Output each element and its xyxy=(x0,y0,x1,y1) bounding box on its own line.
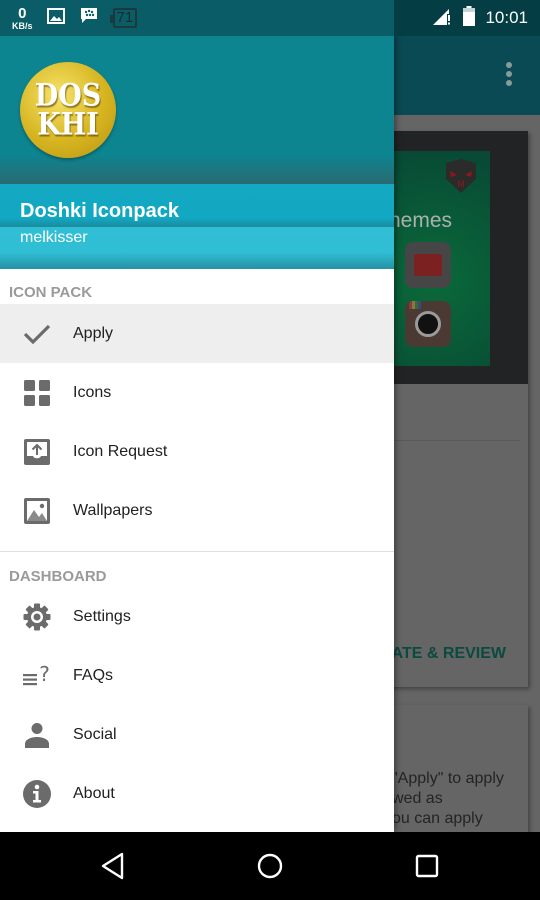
svg-text:M: M xyxy=(457,180,465,190)
status-bar: 0 KB/s 71 10:01 xyxy=(0,0,540,36)
menu-item-settings[interactable]: Settings xyxy=(0,587,394,646)
camera-app-icon xyxy=(405,301,451,347)
info-icon xyxy=(22,779,52,809)
navigation-drawer: DOS KHI Doshki Iconpack melkisser ICON P… xyxy=(0,36,394,832)
menu-item-apply[interactable]: Apply xyxy=(0,304,394,363)
user-name: melkisser xyxy=(20,229,88,246)
image-icon xyxy=(46,7,65,29)
battery-icon xyxy=(463,5,476,31)
owl-logo-icon: M xyxy=(446,159,476,193)
faq-icon: ? xyxy=(22,661,52,691)
gear-icon xyxy=(22,602,52,632)
menu-item-wallpapers[interactable]: Wallpapers xyxy=(0,481,394,540)
menu-item-about[interactable]: About xyxy=(0,764,394,823)
recents-icon xyxy=(415,854,439,878)
menu-item-faqs[interactable]: ? FAQs xyxy=(0,646,394,705)
home-button[interactable] xyxy=(253,849,287,883)
system-nav-bar xyxy=(0,832,540,900)
image-icon xyxy=(22,496,52,526)
overflow-menu-icon[interactable] xyxy=(506,62,512,89)
section-label-dashboard: DASHBOARD xyxy=(9,568,107,585)
clock: 10:01 xyxy=(485,8,528,27)
app-name: Doshki Iconpack xyxy=(20,200,179,222)
check-icon xyxy=(22,319,52,349)
network-speed: 0 KB/s xyxy=(12,4,33,31)
svg-text:?: ? xyxy=(39,664,50,686)
grid-icon xyxy=(22,378,52,408)
drawer-header: DOS KHI Doshki Iconpack melkisser xyxy=(0,36,394,269)
signal-no-data-icon xyxy=(433,7,453,30)
menu-item-icons[interactable]: Icons xyxy=(0,363,394,422)
rate-review-button[interactable]: ATE & REVIEW xyxy=(392,645,506,663)
app-logo: DOS KHI xyxy=(20,62,116,158)
back-icon xyxy=(101,852,124,880)
upload-icon xyxy=(22,437,52,467)
back-button[interactable] xyxy=(96,849,130,883)
person-icon xyxy=(22,720,52,750)
badge-71-icon: 71 xyxy=(109,8,138,28)
recents-button[interactable] xyxy=(410,849,444,883)
blackberry-messenger-icon xyxy=(79,7,99,30)
menu-item-icon-request[interactable]: Icon Request xyxy=(0,422,394,481)
section-label-icon-pack: ICON PACK xyxy=(9,284,93,301)
home-icon xyxy=(257,853,283,879)
video-app-icon xyxy=(405,242,451,288)
menu-item-social[interactable]: Social xyxy=(0,705,394,764)
section-divider xyxy=(0,551,394,552)
